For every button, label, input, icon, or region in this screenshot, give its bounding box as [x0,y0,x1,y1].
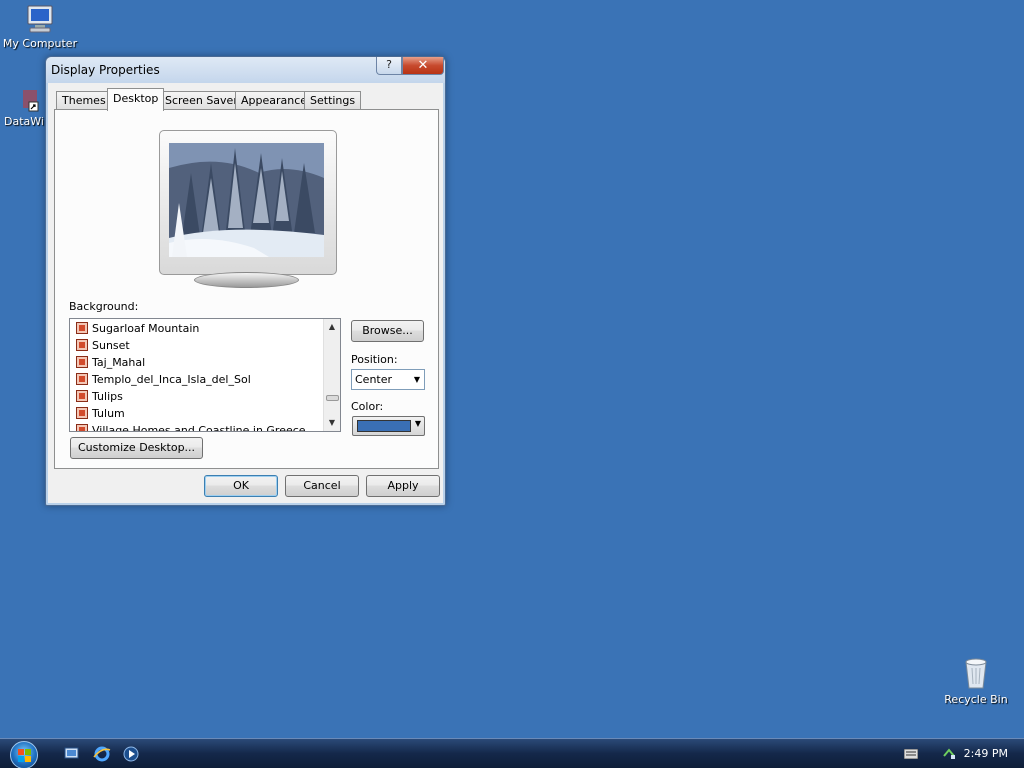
show-desktop-icon[interactable] [63,745,81,763]
taskbar: 2:49 PM [0,738,1024,768]
wallpaper-preview [169,143,324,257]
computer-icon [27,5,53,33]
list-item[interactable]: Tulum [76,405,125,422]
image-file-icon [76,407,88,419]
tab-settings[interactable]: Settings [304,91,362,110]
internet-explorer-icon[interactable] [93,745,111,763]
close-icon: ✕ [417,58,429,73]
my-computer-label: My Computer [2,37,78,50]
monitor-bezel [159,130,337,275]
help-button[interactable]: ? [376,57,402,75]
tab-themes[interactable]: Themes [56,91,112,110]
scroll-up-arrow-icon[interactable]: ▲ [324,319,340,335]
ok-button[interactable]: OK [204,475,278,497]
cancel-button[interactable]: Cancel [285,475,359,497]
taskbar-clock[interactable]: 2:49 PM [964,747,1008,760]
image-file-icon [76,390,88,402]
list-item[interactable]: Village Homes and Coastline in Greece [76,422,306,431]
dropdown-arrow-icon: ▼ [414,419,421,428]
image-file-icon [76,356,88,368]
media-player-icon[interactable] [122,745,140,763]
display-properties-dialog: Display Properties ? ✕ Themes Desktop Sc… [45,56,446,506]
image-file-icon [76,339,88,351]
apply-button[interactable]: Apply [366,475,440,497]
scroll-thumb[interactable] [326,395,339,401]
position-value: Center [355,373,393,386]
close-button[interactable]: ✕ [402,57,444,75]
recycle-bin-label: Recycle Bin [944,693,1008,706]
color-label: Color: [351,400,384,413]
image-file-icon [76,424,88,431]
monitor-stand [194,272,299,288]
keyboard-icon[interactable] [904,749,918,759]
position-label: Position: [351,353,398,366]
datawin-label: DataWi [4,115,44,128]
help-icon: ? [386,58,392,71]
shortcut-icon [23,90,39,112]
customize-desktop-button[interactable]: Customize Desktop... [70,437,203,459]
listbox-scrollbar[interactable]: ▲ ▼ [323,319,340,431]
recycle-bin-desktop-icon[interactable]: Recycle Bin [936,656,1016,706]
list-item[interactable]: Templo_del_Inca_Isla_del_Sol [76,371,251,388]
tab-appearance[interactable]: Appearance [235,91,314,110]
dialog-client: Themes Desktop Screen Saver Appearance S… [48,83,443,503]
color-picker-button[interactable]: ▼ [352,416,425,436]
dialog-titlebar[interactable]: Display Properties ? ✕ [46,57,445,83]
tab-screen-saver[interactable]: Screen Saver [159,91,244,110]
system-tray: 2:49 PM [884,739,1024,768]
browse-button[interactable]: Browse... [351,320,424,342]
color-swatch [357,420,411,432]
windows-logo-icon [18,749,31,762]
list-item[interactable]: Tulips [76,388,123,405]
dialog-title: Display Properties [51,63,160,77]
image-file-icon [76,322,88,334]
scroll-down-arrow-icon[interactable]: ▼ [324,415,340,431]
list-item[interactable]: Taj_Mahal [76,354,145,371]
my-computer-desktop-icon[interactable]: My Computer [0,4,80,50]
tab-desktop[interactable]: Desktop [107,88,165,111]
snowy-forest-image [169,143,324,257]
background-listbox[interactable]: Sugarloaf Mountain Sunset Taj_Mahal Temp… [69,318,341,432]
desktop-tab-panel: Background: Sugarloaf Mountain Sunset Ta… [54,109,439,469]
start-button[interactable] [10,741,38,768]
list-item[interactable]: Sugarloaf Mountain [76,320,199,337]
recycle-bin-icon [965,658,987,689]
dropdown-arrow-icon: ▼ [413,375,420,384]
background-label: Background: [69,300,139,313]
list-item[interactable]: Sunset [76,337,130,354]
image-file-icon [76,373,88,385]
position-select[interactable]: Center ▼ [351,369,425,390]
monitor-preview [159,130,337,292]
network-icon[interactable] [942,746,956,760]
